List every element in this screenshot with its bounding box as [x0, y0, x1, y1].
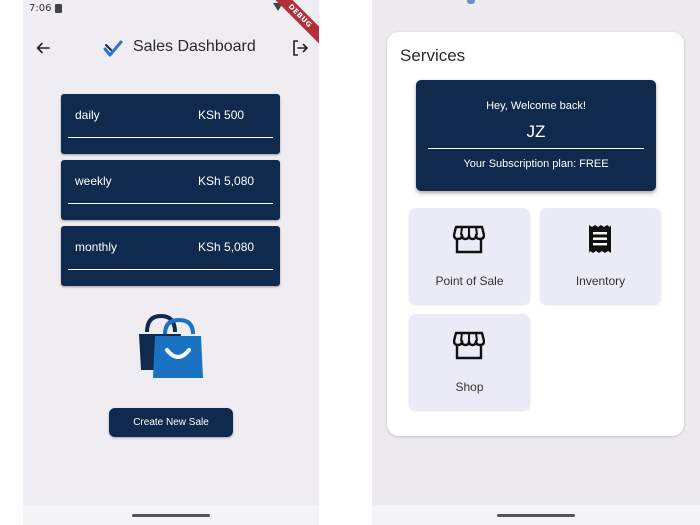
status-bar: 7:06 — [23, 0, 319, 20]
services-card: Services Hey, Welcome back! JZ Your Subs… — [387, 32, 684, 436]
shopping-bag-icon — [139, 314, 203, 378]
logout-icon[interactable] — [291, 39, 309, 57]
page-title: Sales Dashboard — [133, 38, 256, 55]
welcome-greeting: Hey, Welcome back! — [486, 100, 586, 112]
create-new-sale-button[interactable]: Create New Sale — [109, 408, 233, 437]
welcome-card: Hey, Welcome back! JZ Your Subscription … — [416, 80, 656, 191]
divider — [68, 269, 273, 270]
tile-label: Point of Sale — [435, 274, 504, 288]
tile-shop[interactable]: Shop — [409, 314, 530, 410]
storefront-icon — [453, 225, 485, 254]
sales-card-monthly[interactable]: monthly KSh 5,080 — [61, 226, 280, 286]
user-initials: JZ — [526, 122, 546, 141]
services-screen: Services Hey, Welcome back! JZ Your Subs… — [372, 0, 700, 525]
storefront-icon — [453, 331, 485, 360]
services-title: Services — [400, 46, 466, 65]
sales-period-label: monthly — [75, 240, 118, 254]
home-gesture-handle[interactable] — [132, 514, 210, 517]
divider — [68, 137, 273, 138]
tile-label: Inventory — [575, 274, 626, 288]
back-arrow-icon[interactable] — [35, 40, 51, 56]
tile-point-of-sale[interactable]: Point of Sale — [409, 208, 530, 304]
divider — [68, 203, 273, 204]
app-logo-icon — [103, 40, 123, 57]
tile-label: Shop — [455, 380, 484, 394]
divider — [428, 148, 644, 149]
sales-card-daily[interactable]: daily KSh 500 — [61, 94, 280, 154]
sales-dashboard-screen: 7:06 DEBUG Sales Dashboard daily KSh 500… — [23, 0, 319, 525]
subscription-plan: Your Subscription plan: FREE — [463, 158, 609, 170]
sales-period-label: weekly — [75, 174, 112, 188]
wifi-icon — [467, 0, 475, 4]
tile-inventory[interactable]: Inventory — [540, 208, 661, 304]
sales-card-weekly[interactable]: weekly KSh 5,080 — [61, 160, 280, 220]
home-gesture-handle[interactable] — [497, 514, 575, 517]
sales-period-label: daily — [75, 108, 100, 122]
receipt-icon — [589, 225, 611, 253]
sim-card-icon — [55, 4, 62, 13]
sales-amount: KSh 5,080 — [198, 174, 255, 188]
sales-amount: KSh 5,080 — [198, 240, 255, 254]
app-bar: Sales Dashboard — [23, 36, 319, 60]
status-time: 7:06 — [29, 3, 52, 14]
sales-amount: KSh 500 — [198, 108, 245, 122]
